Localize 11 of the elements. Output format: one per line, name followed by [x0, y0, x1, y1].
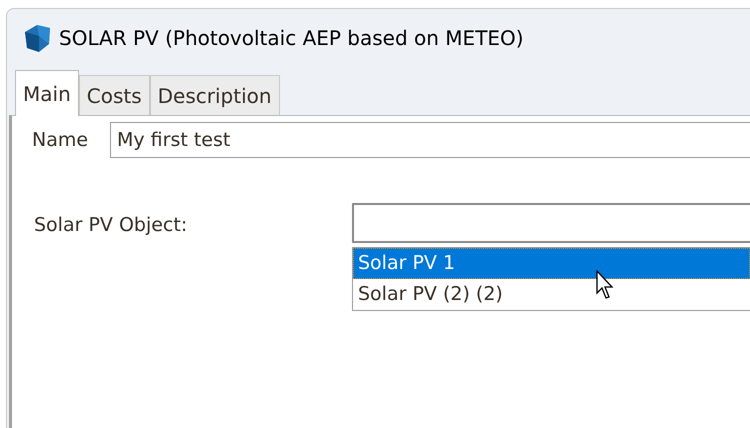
dropdown-option[interactable]: Solar PV 1 [353, 248, 750, 279]
combo-box[interactable] [352, 203, 750, 243]
mouse-cursor-icon [596, 270, 614, 300]
window-title: SOLAR PV (Photovoltaic AEP based on METEO) [59, 25, 524, 52]
field-label: Name [32, 128, 90, 153]
field-label: Solar PV Object: [34, 213, 188, 238]
tab[interactable]: Main [15, 70, 79, 116]
tab[interactable]: Description [150, 75, 280, 115]
name-field[interactable]: My first test [110, 122, 750, 158]
tab[interactable]: Costs [78, 75, 150, 115]
dropdown-option[interactable]: Solar PV (2) (2) [353, 279, 750, 310]
